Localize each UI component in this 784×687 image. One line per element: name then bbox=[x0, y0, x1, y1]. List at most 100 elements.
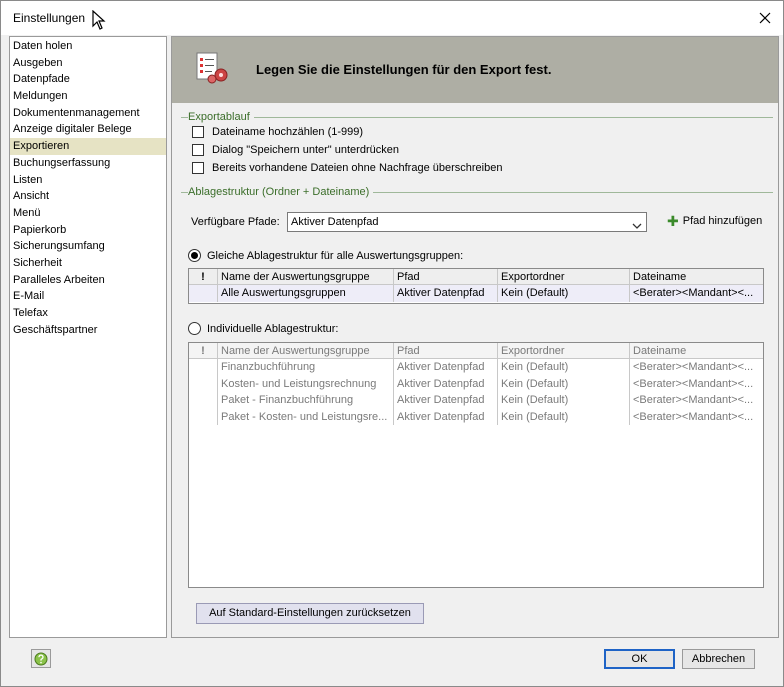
grid-header: ! Name der Auswertungsgruppe Pfad Exportord… bbox=[189, 343, 763, 359]
table-cell: Aktiver Datenpfad bbox=[394, 375, 498, 393]
close-button[interactable] bbox=[753, 7, 777, 29]
settings-checklist-icon bbox=[194, 51, 230, 88]
window-title: Einstellungen bbox=[13, 11, 86, 25]
exclamation-column-header[interactable]: ! bbox=[189, 269, 218, 284]
nav-item[interactable]: Sicherheit bbox=[10, 255, 166, 272]
nav-item[interactable]: Listen bbox=[10, 172, 166, 189]
help-icon bbox=[34, 652, 48, 665]
radio-individual-structure[interactable]: Individuelle Ablagestruktur: bbox=[188, 322, 338, 335]
nav-item[interactable]: Anzeige digitaler Belege bbox=[10, 121, 166, 138]
add-path-label: Pfad hinzufügen bbox=[682, 215, 763, 227]
table-cell: Kosten- und Leistungsrechnung bbox=[218, 375, 394, 393]
dropdown-value: Aktiver Datenpfad bbox=[291, 216, 379, 228]
radio-same-structure[interactable]: Gleiche Ablagestruktur für alle Auswertu… bbox=[188, 249, 463, 262]
column-header[interactable]: Dateiname bbox=[630, 269, 762, 284]
nav-item[interactable]: Ansicht bbox=[10, 188, 166, 205]
table-cell: Kein (Default) bbox=[498, 375, 630, 393]
column-header[interactable]: Pfad bbox=[394, 343, 498, 358]
table-cell bbox=[189, 392, 218, 409]
individual-structure-grid[interactable]: ! Name der Auswertungsgruppe Pfad Exportord… bbox=[188, 342, 764, 588]
nav-item[interactable]: Geschäftspartner bbox=[10, 322, 166, 339]
table-cell: Kein (Default) bbox=[498, 392, 630, 409]
group-divider bbox=[181, 117, 773, 118]
table-row[interactable]: Alle Auswertungsgruppen Aktiver Datenpfad… bbox=[189, 285, 763, 302]
checkbox[interactable] bbox=[192, 126, 204, 138]
checkbox-suppress-save-dialog[interactable]: Dialog "Speichern unter" unterdrücken bbox=[192, 144, 399, 156]
table-row[interactable]: Paket - Kosten- und Leistungsre... Aktive… bbox=[189, 408, 763, 426]
table-cell bbox=[189, 408, 218, 426]
table-cell bbox=[189, 375, 218, 393]
checkbox-label: Bereits vorhandene Dateien ohne Nachfrag… bbox=[212, 162, 503, 174]
nav-item[interactable]: Dokumentenmanagement bbox=[10, 105, 166, 122]
chevron-down-icon bbox=[632, 218, 642, 236]
radio-label: Gleiche Ablagestruktur für alle Auswertu… bbox=[207, 249, 464, 262]
nav-item[interactable]: Paralleles Arbeiten bbox=[10, 272, 166, 289]
add-path-button[interactable]: ✚ Pfad hinzufügen bbox=[667, 212, 763, 229]
table-cell: Kein (Default) bbox=[498, 285, 630, 302]
nav-item[interactable]: E-Mail bbox=[10, 288, 166, 305]
mouse-cursor-icon bbox=[92, 9, 106, 33]
nav-item[interactable]: Menü bbox=[10, 205, 166, 222]
available-paths-dropdown[interactable]: Aktiver Datenpfad bbox=[287, 212, 647, 232]
banner-title: Legen Sie die Einstellungen für den Expo… bbox=[256, 62, 552, 77]
column-header[interactable]: Exportordner bbox=[498, 343, 630, 358]
column-header[interactable]: Pfad bbox=[394, 269, 498, 284]
table-cell: Kein (Default) bbox=[498, 408, 630, 426]
cancel-button[interactable]: Abbrechen bbox=[682, 649, 755, 669]
ablagestruktur-group-title: Ablagestruktur (Ordner + Dateiname) bbox=[188, 186, 374, 198]
nav-item[interactable]: Daten holen bbox=[10, 38, 166, 55]
checkbox[interactable] bbox=[192, 162, 204, 174]
table-cell: Alle Auswertungsgruppen bbox=[218, 285, 394, 302]
settings-category-list[interactable]: Daten holen Ausgeben Datenpfade Meldungen Do… bbox=[9, 36, 167, 638]
title-bar: Einstellungen bbox=[1, 1, 783, 35]
exclamation-column-header[interactable]: ! bbox=[189, 343, 218, 358]
nav-item[interactable]: Sicherungsumfang bbox=[10, 238, 166, 255]
banner: Legen Sie die Einstellungen für den Expo… bbox=[172, 37, 778, 103]
help-button[interactable] bbox=[31, 649, 51, 668]
export-settings-panel: Legen Sie die Einstellungen für den Expo… bbox=[171, 36, 779, 638]
table-cell: Aktiver Datenpfad bbox=[394, 359, 498, 376]
nav-item[interactable]: Ausgeben bbox=[10, 55, 166, 72]
table-row[interactable]: Kosten- und Leistungsrechnung Aktiver Dat… bbox=[189, 375, 763, 393]
table-cell: <Berater><Mandant><... bbox=[633, 377, 754, 390]
close-icon bbox=[759, 12, 771, 24]
nav-item[interactable]: Telefax bbox=[10, 305, 166, 322]
plus-icon: ✚ bbox=[667, 212, 679, 229]
checkbox[interactable] bbox=[192, 144, 204, 156]
checkbox-increment-filename[interactable]: Dateiname hochzählen (1-999) bbox=[192, 126, 363, 138]
column-header[interactable]: Dateiname bbox=[630, 343, 762, 358]
radio-selected-dot bbox=[191, 252, 198, 259]
column-header[interactable]: Name der Auswertungsgruppe bbox=[218, 343, 394, 358]
column-header[interactable]: Name der Auswertungsgruppe bbox=[218, 269, 394, 284]
nav-item[interactable]: Papierkorb bbox=[10, 222, 166, 239]
nav-item[interactable]: Exportieren bbox=[10, 138, 166, 155]
radio-button[interactable] bbox=[188, 249, 201, 262]
same-structure-grid[interactable]: ! Name der Auswertungsgruppe Pfad Exportord… bbox=[188, 268, 764, 304]
radio-label: Individuelle Ablagestruktur: bbox=[207, 322, 339, 335]
checkbox-label: Dateiname hochzählen (1-999) bbox=[212, 126, 364, 138]
table-cell bbox=[189, 285, 218, 302]
available-paths-label: Verfügbare Pfade: bbox=[191, 216, 280, 228]
table-cell: Kein (Default) bbox=[498, 359, 630, 376]
table-row[interactable]: Paket - Finanzbuchführung Aktiver Datenpf… bbox=[189, 392, 763, 409]
table-cell: <Berater><Mandant><... bbox=[633, 410, 754, 423]
nav-item[interactable]: Meldungen bbox=[10, 88, 166, 105]
table-cell: Finanzbuchführung bbox=[218, 359, 394, 376]
grid-header: ! Name der Auswertungsgruppe Pfad Exportord… bbox=[189, 269, 763, 285]
table-cell: Aktiver Datenpfad bbox=[394, 392, 498, 409]
table-cell: <Berater><Mandant><... bbox=[633, 394, 754, 407]
column-header[interactable]: Exportordner bbox=[498, 269, 630, 284]
radio-button[interactable] bbox=[188, 322, 201, 335]
reset-defaults-button[interactable]: Auf Standard-Einstellungen zurücksetzen bbox=[196, 603, 424, 624]
table-row[interactable]: Finanzbuchführung Aktiver Datenpfad Kein (… bbox=[189, 359, 763, 376]
nav-item[interactable]: Buchungserfassung bbox=[10, 155, 166, 172]
table-cell bbox=[189, 359, 218, 376]
nav-item[interactable]: Datenpfade bbox=[10, 71, 166, 88]
ok-button[interactable]: OK bbox=[604, 649, 675, 669]
exportablauf-group-title: Exportablauf bbox=[188, 111, 254, 123]
checkbox-overwrite-files[interactable]: Bereits vorhandene Dateien ohne Nachfrag… bbox=[192, 162, 502, 174]
table-cell: <Berater><Mandant><... bbox=[633, 287, 754, 299]
table-cell: <Berater><Mandant><... bbox=[633, 361, 754, 373]
settings-window: Einstellungen Daten holen Ausgeben Datenpf… bbox=[0, 0, 784, 687]
table-cell: Aktiver Datenpfad bbox=[394, 285, 498, 302]
